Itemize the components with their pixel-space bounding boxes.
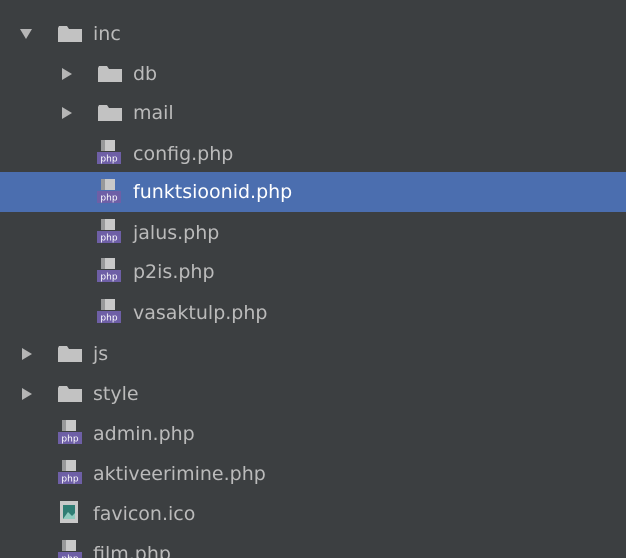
- tree-item-js[interactable]: js: [0, 334, 626, 374]
- tree-item-p2is-php[interactable]: php p2is.php: [0, 253, 626, 293]
- php-file-icon: php: [58, 540, 82, 558]
- php-file-icon: php: [97, 219, 121, 245]
- tree-item-config-php[interactable]: php config.php: [0, 134, 626, 174]
- tree-item-label: inc: [93, 23, 121, 45]
- tree-item-admin-php[interactable]: php admin.php: [0, 414, 626, 454]
- tree-item-mail[interactable]: mail: [0, 93, 626, 133]
- svg-text:php: php: [100, 314, 117, 324]
- tree-item-label: style: [93, 383, 139, 405]
- tree-item-label: vasaktulp.php: [133, 302, 268, 324]
- tree-item-label: aktiveerimine.php: [93, 463, 266, 485]
- tree-item-funktsioonid-php[interactable]: php funktsioonid.php: [0, 172, 626, 212]
- tree-item-label: db: [133, 63, 158, 85]
- tree-item-film-php[interactable]: php film.php: [0, 534, 626, 558]
- tree-item-label: p2is.php: [133, 261, 215, 283]
- folder-icon: [98, 66, 122, 82]
- tree-item-aktiveerimine-php[interactable]: php aktiveerimine.php: [0, 454, 626, 494]
- folder-icon: [98, 105, 122, 121]
- tree-item-label: mail: [133, 102, 174, 124]
- collapse-arrow-icon[interactable]: [62, 68, 72, 80]
- tree-item-label: film.php: [93, 543, 171, 558]
- tree-item-label: admin.php: [93, 423, 195, 445]
- tree-item-label: js: [93, 343, 109, 365]
- php-file-icon: php: [97, 179, 121, 205]
- svg-text:php: php: [61, 555, 78, 558]
- php-file-icon: php: [97, 299, 121, 325]
- tree-item-jalus-php[interactable]: php jalus.php: [0, 214, 626, 254]
- project-tree: inc db mail php config.php php funktsioo…: [0, 0, 626, 558]
- svg-text:php: php: [61, 475, 78, 485]
- svg-text:php: php: [100, 273, 117, 283]
- svg-text:php: php: [100, 194, 117, 204]
- image-file-icon: [60, 501, 84, 527]
- tree-item-label: favicon.ico: [93, 503, 196, 525]
- folder-icon: [58, 386, 82, 402]
- tree-item-vasaktulp-php[interactable]: php vasaktulp.php: [0, 294, 626, 334]
- collapse-arrow-icon[interactable]: [62, 107, 72, 119]
- tree-item-label: config.php: [133, 143, 234, 165]
- collapse-arrow-icon[interactable]: [22, 348, 32, 360]
- php-file-icon: php: [58, 420, 82, 446]
- folder-icon: [58, 346, 82, 362]
- tree-item-inc[interactable]: inc: [0, 14, 626, 54]
- svg-text:php: php: [61, 435, 78, 445]
- collapse-arrow-icon[interactable]: [22, 388, 32, 400]
- tree-item-favicon-ico[interactable]: favicon.ico: [0, 494, 626, 534]
- tree-item-db[interactable]: db: [0, 54, 626, 94]
- tree-item-label: funktsioonid.php: [133, 181, 293, 203]
- tree-item-label: jalus.php: [133, 222, 220, 244]
- php-file-icon: php: [97, 258, 121, 284]
- expand-arrow-icon[interactable]: [20, 29, 32, 39]
- php-file-icon: php: [97, 140, 121, 166]
- svg-text:php: php: [100, 155, 117, 165]
- php-file-icon: php: [58, 460, 82, 486]
- tree-item-style[interactable]: style: [0, 374, 626, 414]
- svg-text:php: php: [100, 234, 117, 244]
- folder-icon: [58, 26, 82, 42]
